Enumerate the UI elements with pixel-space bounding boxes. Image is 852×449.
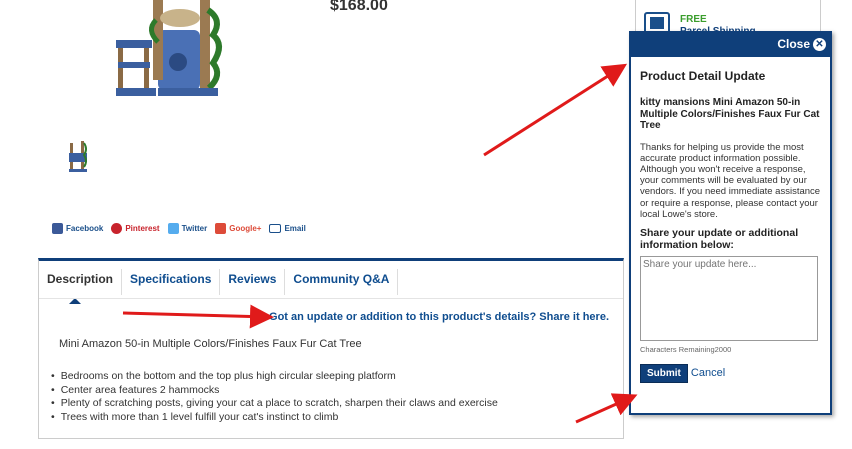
share-twitter[interactable]: Twitter <box>167 223 208 234</box>
share-googleplus[interactable]: Google+ <box>215 223 261 234</box>
share-googleplus-label: Google+ <box>229 224 262 233</box>
description-bullet: Plenty of scratching posts, giving your … <box>51 397 498 411</box>
share-pinterest-label: Pinterest <box>125 224 160 233</box>
product-price: $168.00 <box>330 0 388 14</box>
email-icon <box>269 224 282 233</box>
pinterest-icon <box>111 223 123 234</box>
cancel-link[interactable]: Cancel <box>691 367 725 379</box>
product-page: $168.00 FREE Parcel Shipping Facebook Pi… <box>0 0 852 449</box>
share-facebook-label: Facebook <box>66 224 104 233</box>
shipping-free-label: FREE <box>680 14 707 25</box>
product-thumbnail[interactable] <box>67 139 89 174</box>
modal-prompt: Share your update or additional informat… <box>640 226 799 251</box>
close-icon: ✕ <box>813 37 826 51</box>
product-image[interactable] <box>108 0 238 100</box>
share-email[interactable]: Email <box>269 224 306 233</box>
modal-actions: Submit Cancel <box>640 363 821 383</box>
twitter-icon <box>167 223 179 234</box>
share-twitter-label: Twitter <box>181 224 208 233</box>
modal-header: Close ✕ <box>631 33 830 57</box>
modal-title: Product Detail Update <box>640 69 766 83</box>
share-facebook[interactable]: Facebook <box>52 223 103 234</box>
close-button[interactable]: Close ✕ <box>777 37 826 51</box>
tab-reviews[interactable]: Reviews <box>220 269 286 295</box>
modal-product-name: kitty mansions Mini Amazon 50-in Multipl… <box>640 97 820 131</box>
tab-divider <box>39 298 623 299</box>
description-bullet: Trees with more than 1 level fulfill you… <box>51 411 498 425</box>
close-label: Close <box>777 37 810 51</box>
description-bullet: Bedrooms on the bottom and the top plus … <box>51 370 498 384</box>
description-bullets: Bedrooms on the bottom and the top plus … <box>51 370 498 424</box>
share-email-label: Email <box>284 224 306 233</box>
tab-description[interactable]: Description <box>39 269 123 304</box>
product-update-modal: Close ✕ Product Detail Update kitty mans… <box>629 31 832 415</box>
characters-remaining: Characters Remaining2000 <box>640 344 732 354</box>
facebook-icon <box>52 223 63 234</box>
share-pinterest[interactable]: Pinterest <box>111 223 160 234</box>
googleplus-icon <box>215 223 227 234</box>
description-title: Mini Amazon 50-in Multiple Colors/Finish… <box>59 338 362 350</box>
description-bullet: Center area features 2 hammocks <box>51 384 498 398</box>
share-update-link[interactable]: Got an update or addition to this produc… <box>269 311 609 323</box>
share-row: Facebook Pinterest Twitter Google+ Email <box>52 223 306 234</box>
arrow-to-modal-title <box>483 63 628 157</box>
tab-community-qa[interactable]: Community Q&A <box>285 269 399 295</box>
update-textarea[interactable] <box>640 255 818 341</box>
details-tabs: Description Specifications Reviews Commu… <box>39 269 399 304</box>
product-details-panel: Description Specifications Reviews Commu… <box>38 258 624 439</box>
modal-body: Product Detail Update kitty mansions Min… <box>631 57 830 383</box>
modal-body-text: Thanks for helping us provide the most a… <box>640 141 821 220</box>
submit-button[interactable]: Submit <box>640 363 688 383</box>
tab-specifications[interactable]: Specifications <box>122 269 221 295</box>
